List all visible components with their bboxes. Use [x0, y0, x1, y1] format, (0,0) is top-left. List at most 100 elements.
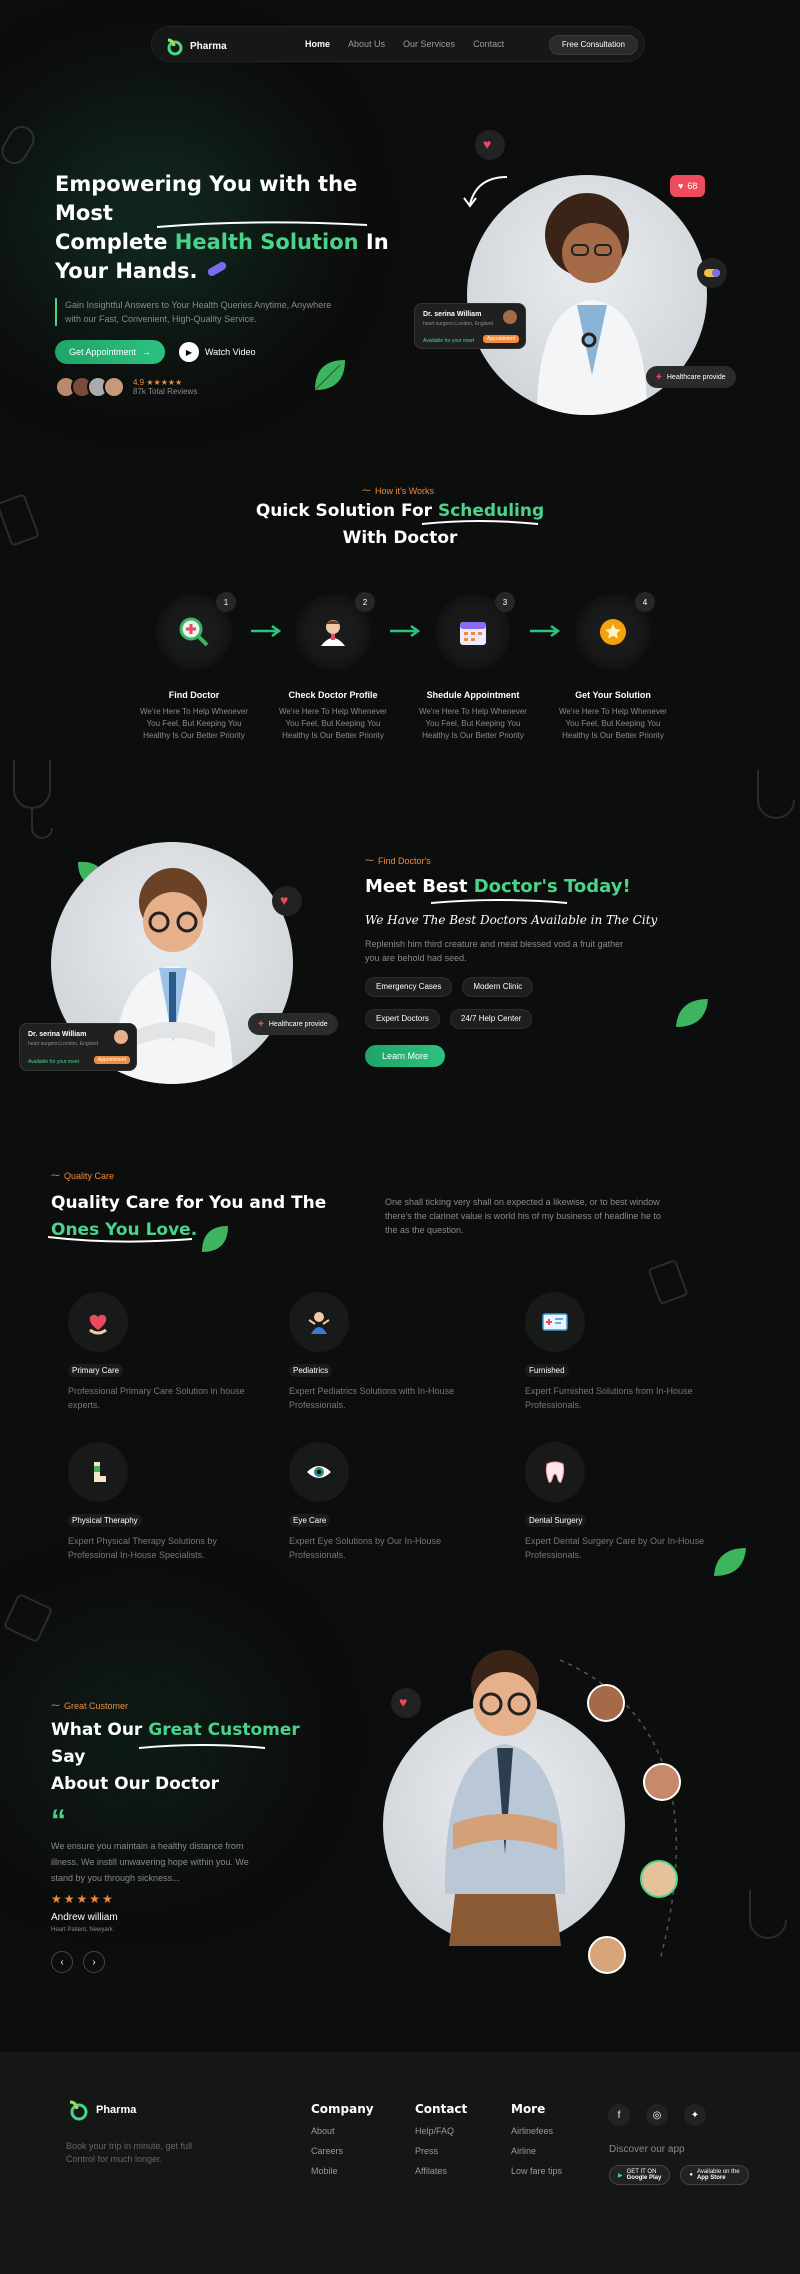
chip-emergency[interactable]: Emergency Cases — [365, 977, 453, 997]
hero-subtitle: Gain Insightful Answers to Your Health Q… — [55, 298, 345, 326]
appointment-button[interactable]: Appointment — [482, 335, 519, 343]
testimonial-doctor-image — [383, 1650, 625, 1946]
star-icons: ★★★★★ — [146, 378, 183, 387]
footer-tagline: Book your trip in minute, get full Contr… — [66, 2141, 193, 2164]
footer-link-press[interactable]: Press — [415, 2146, 467, 2156]
service-physical-therapy[interactable]: Physical Theraphy Expert Physical Therap… — [68, 1442, 268, 1562]
leaf-icon — [676, 999, 708, 1027]
twitter-icon[interactable]: ✦ — [684, 2104, 706, 2126]
service-dental-surgery[interactable]: Dental Surgery Expert Dental Surgery Car… — [525, 1442, 725, 1562]
free-consultation-button[interactable]: Free Consultation — [548, 35, 638, 55]
testimonial-name: Andrew william — [51, 1912, 118, 1923]
nav-links: Home About Us Our Services Contact — [305, 39, 504, 49]
find-title: Meet Best Doctor's Today! — [365, 876, 631, 897]
footer-brand-logo[interactable]: Pharma — [66, 2098, 136, 2122]
pulse-icon: ⁓ — [365, 855, 374, 865]
footer-link-mobile[interactable]: Mobile — [311, 2166, 374, 2176]
customer-avatar[interactable] — [588, 1936, 626, 1974]
medkit-icon: ✚ — [656, 374, 662, 381]
capsule-badge — [697, 258, 727, 288]
customer-avatar[interactable] — [643, 1763, 681, 1801]
quote-icon: “ — [51, 1804, 66, 1837]
find-script-line: We Have The Best Doctors Available in Th… — [365, 913, 658, 927]
heartbeat-badge: ♥ — [272, 886, 302, 916]
doctor-card[interactable]: Dr. serina William heart surgeon,London,… — [414, 303, 526, 349]
nav-link-about[interactable]: About Us — [348, 39, 385, 49]
brand-logo[interactable]: Pharma — [164, 36, 227, 56]
medkit-icon: ✚ — [258, 1021, 264, 1028]
step-4-text: Get Your Solution We're Here To Help When… — [559, 690, 667, 740]
find-copy: ⁓ Find Doctor's Meet Best Doctor's Today!… — [365, 855, 665, 1067]
find-underline — [430, 899, 568, 904]
stethoscope-bg-icon-2 — [757, 770, 795, 819]
footer-link-airlinefees[interactable]: Airlinefees — [511, 2126, 562, 2136]
testimonial-title: What Our Great Customer Say About Our Do… — [51, 1720, 300, 1794]
testimonial-tag: ⁓ Great Customer — [51, 1700, 129, 1711]
stethoscope-bg-icon-3 — [749, 1890, 787, 1939]
next-arrow-button[interactable]: › — [83, 1951, 105, 1973]
testimonial-role: Heart Patient, Newyark — [51, 1927, 113, 1933]
customer-avatar-active[interactable] — [640, 1860, 678, 1898]
watch-video-button[interactable]: ▶ Watch Video — [179, 342, 256, 362]
app-store-button[interactable]: ● Available on the App Store — [680, 2165, 749, 2185]
pill-icon — [207, 262, 227, 276]
learn-more-button[interactable]: Learn More — [365, 1045, 445, 1067]
brand-name: Pharma — [190, 40, 227, 52]
google-play-button[interactable]: ▶ GET IT ON Google Play — [609, 2165, 671, 2185]
heart-pulse-icon: ♥ — [280, 892, 289, 908]
testimonial-quote: We ensure you maintain a healthy distanc… — [51, 1841, 249, 1883]
box-bg-icon — [4, 1594, 52, 1642]
heart-icon: ♥ — [678, 181, 684, 191]
get-appointment-button[interactable]: Get Appointment → — [55, 340, 165, 364]
footer-link-help[interactable]: Help/FAQ — [415, 2126, 467, 2136]
instagram-icon[interactable]: ◎ — [646, 2104, 668, 2126]
footer-link-careers[interactable]: Careers — [311, 2146, 374, 2156]
footer-link-low-fare[interactable]: Low fare tips — [511, 2166, 562, 2176]
leaf-icon — [714, 1548, 746, 1576]
how-underline — [421, 520, 539, 525]
apple-icon: ● — [689, 2172, 693, 2178]
doctor-card[interactable]: Dr. serina William heart surgeon,London,… — [19, 1023, 137, 1071]
heart-pulse-icon: ♥ — [483, 136, 492, 152]
heartbeat-badge: ♥ — [391, 1688, 421, 1718]
service-pediatrics[interactable]: Pediatrics Expert Pediatrics Solutions w… — [289, 1292, 489, 1412]
appointment-button[interactable]: Appointment — [93, 1056, 130, 1064]
service-furnished[interactable]: Furnished Expert Furnished Solutions fro… — [525, 1292, 725, 1412]
chip-expert-doctors[interactable]: Expert Doctors — [365, 1009, 440, 1029]
how-title: Quick Solution For Scheduling With Docto… — [255, 501, 545, 548]
curved-arrow-icon — [463, 176, 508, 208]
heart-pulse-icon: ♥ — [399, 1694, 408, 1710]
magnifier-plus-icon — [179, 617, 209, 647]
doctor-arms-crossed-illustration — [444, 1650, 566, 1946]
pharma-logo-icon — [69, 2100, 88, 2121]
customer-avatar[interactable] — [587, 1684, 625, 1722]
footer: Pharma Book your trip in minute, get ful… — [0, 2052, 800, 2274]
step-4: 4 — [575, 592, 655, 670]
heartbeat-badge: ♥ — [475, 130, 505, 160]
star-icons: ★★★★★ — [51, 1892, 115, 1906]
chip-modern-clinic[interactable]: Modern Clinic — [462, 977, 534, 997]
footer-link-affiliates[interactable]: Affilates — [415, 2166, 467, 2176]
testimonial-copy: ⁓ Great Customer What Our Great Customer … — [51, 1700, 331, 1973]
service-primary-care[interactable]: Primary Care Professional Primary Care S… — [68, 1292, 268, 1412]
likes-badge: ♥ 68 — [670, 175, 706, 197]
footer-link-about[interactable]: About — [311, 2126, 374, 2136]
facebook-icon[interactable]: f — [608, 2104, 630, 2126]
nav-link-home[interactable]: Home — [305, 39, 330, 49]
eye-icon — [307, 1466, 331, 1478]
step-3-text: Shedule Appointment We're Here To Help Wh… — [419, 690, 527, 740]
service-eye-care[interactable]: Eye Care Expert Eye Solutions by Our In-… — [289, 1442, 489, 1562]
hero-underline — [156, 221, 368, 228]
chip-help-center[interactable]: 24/7 Help Center — [449, 1009, 533, 1029]
footer-link-airline[interactable]: Airline — [511, 2146, 562, 2156]
prev-arrow-button[interactable]: ‹ — [51, 1951, 73, 1973]
tooth-icon — [545, 1461, 565, 1483]
nav-link-services[interactable]: Our Services — [403, 39, 455, 49]
chevron-right-icon: › — [92, 1956, 96, 1968]
footer-col-more: More Airlinefees Airline Low fare tips — [511, 2102, 563, 2176]
nav-link-contact[interactable]: Contact — [473, 39, 504, 49]
step-3: 3 — [435, 592, 515, 670]
avatar — [103, 376, 125, 398]
quality-underline — [47, 1236, 193, 1243]
stethoscope-bg-icon — [13, 760, 53, 839]
